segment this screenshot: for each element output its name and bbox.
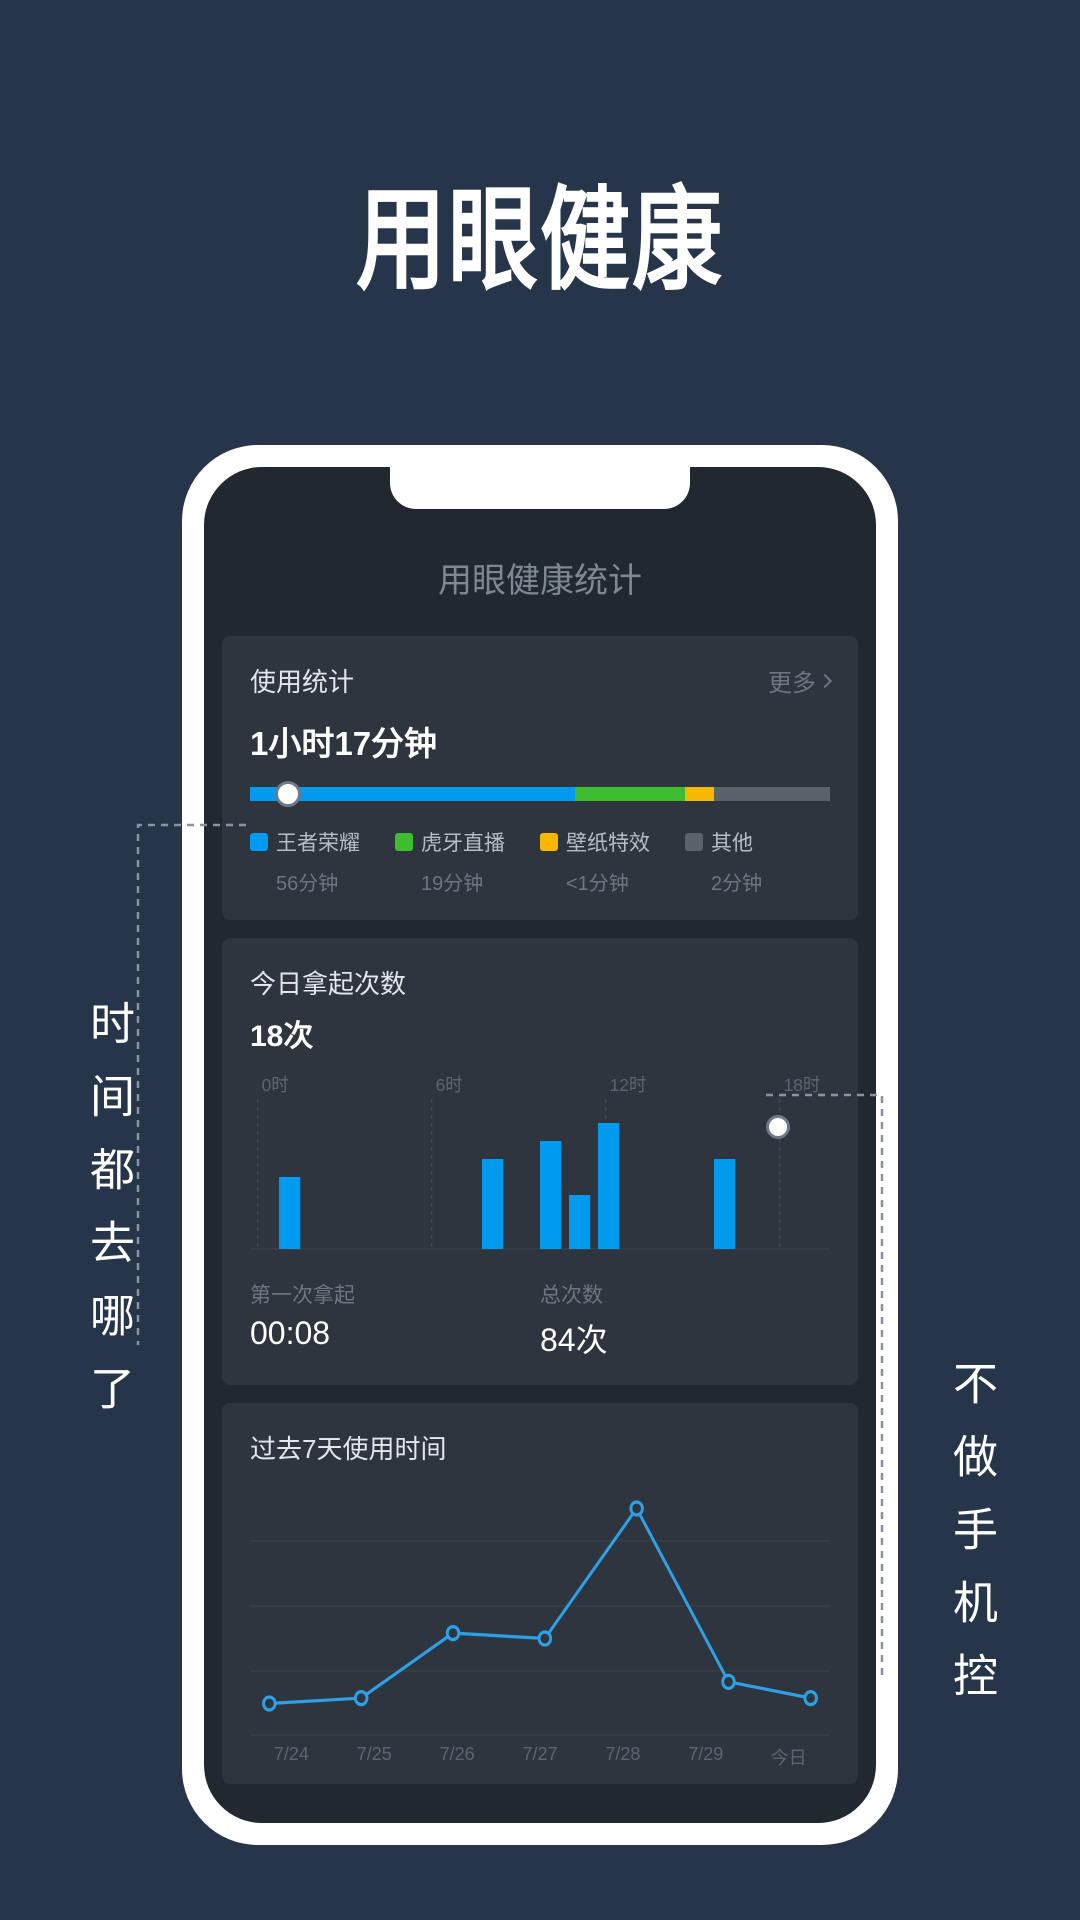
legend-swatch [685, 833, 703, 851]
x-tick: 7/25 [333, 1744, 416, 1770]
phone-frame: 用眼健康统计 使用统计 更多 1小时17分钟 [182, 445, 898, 1845]
legend-name: 其他 [711, 827, 753, 857]
legend-item: 王者荣耀 56分钟 [250, 827, 395, 896]
svg-text:18时: 18时 [784, 1075, 821, 1095]
usage-total-time: 1小时17分钟 [250, 717, 830, 765]
usage-bar-knob[interactable] [275, 781, 301, 807]
phone-notch [390, 467, 690, 509]
week-line-chart[interactable] [250, 1476, 830, 1736]
legend-value: <1分钟 [566, 867, 685, 896]
stat-label: 总次数 [540, 1279, 830, 1309]
pickup-chart-knob[interactable] [766, 1115, 790, 1139]
svg-text:0时: 0时 [262, 1075, 289, 1095]
legend-item: 虎牙直播 19分钟 [395, 827, 540, 896]
svg-text:12时: 12时 [610, 1075, 647, 1095]
stat-value: 00:08 [250, 1315, 540, 1352]
x-tick: 7/29 [664, 1744, 747, 1770]
callout-line-right [882, 1095, 942, 1655]
x-tick: 7/28 [581, 1744, 664, 1770]
stat-label: 第一次拿起 [250, 1279, 540, 1309]
legend-item: 壁纸特效 <1分钟 [540, 827, 685, 896]
more-link[interactable]: 更多 [768, 663, 830, 698]
hero-title: 用眼健康 [0, 149, 1080, 312]
legend-name: 虎牙直播 [421, 827, 505, 857]
usage-stacked-bar[interactable] [250, 787, 830, 801]
legend-value: 2分钟 [711, 867, 830, 896]
pickup-bar-chart[interactable]: 0时 6时 12时 18时 [250, 1069, 830, 1269]
callout-line-left [138, 825, 198, 1345]
pickup-count: 18次 [250, 1011, 830, 1055]
screen-title: 用眼健康统计 [204, 527, 876, 636]
usage-seg-3 [714, 787, 830, 801]
phone-screen: 用眼健康统计 使用统计 更多 1小时17分钟 [204, 467, 876, 1823]
side-caption-left: 时间都去哪了 [76, 1000, 141, 1438]
stat-value: 84次 [540, 1315, 830, 1361]
usage-stats-card: 使用统计 更多 1小时17分钟 [222, 636, 858, 920]
week-xaxis: 7/24 7/25 7/26 7/27 7/28 7/29 今日 [250, 1736, 830, 1770]
total-pickup-stat: 总次数 84次 [540, 1279, 830, 1361]
chevron-right-icon [818, 673, 832, 687]
legend-swatch [250, 833, 268, 851]
usage-card-title: 使用统计 [250, 662, 354, 699]
side-caption-right: 不做手机控 [939, 1360, 1004, 1725]
pickup-card-title: 今日拿起次数 [250, 964, 830, 1001]
first-pickup-stat: 第一次拿起 00:08 [250, 1279, 540, 1361]
x-tick: 7/24 [250, 1744, 333, 1770]
legend-name: 王者荣耀 [276, 827, 360, 857]
legend-item: 其他 2分钟 [685, 827, 830, 896]
svg-text:6时: 6时 [436, 1075, 463, 1095]
x-tick: 今日 [747, 1744, 830, 1770]
week-usage-card: 过去7天使用时间 [222, 1403, 858, 1784]
legend-value: 19分钟 [421, 867, 540, 896]
pickup-card: 今日拿起次数 18次 0时 6时 12时 18时 [222, 938, 858, 1385]
usage-seg-2 [685, 787, 714, 801]
x-tick: 7/26 [416, 1744, 499, 1770]
legend-name: 壁纸特效 [566, 827, 650, 857]
week-card-title: 过去7天使用时间 [250, 1429, 830, 1466]
x-tick: 7/27 [499, 1744, 582, 1770]
legend-swatch [540, 833, 558, 851]
legend-value: 56分钟 [276, 867, 395, 896]
usage-legend: 王者荣耀 56分钟 虎牙直播 19分钟 壁纸特效 <1分钟 [250, 827, 830, 896]
usage-seg-1 [575, 787, 685, 801]
legend-swatch [395, 833, 413, 851]
more-link-label: 更多 [768, 663, 816, 698]
